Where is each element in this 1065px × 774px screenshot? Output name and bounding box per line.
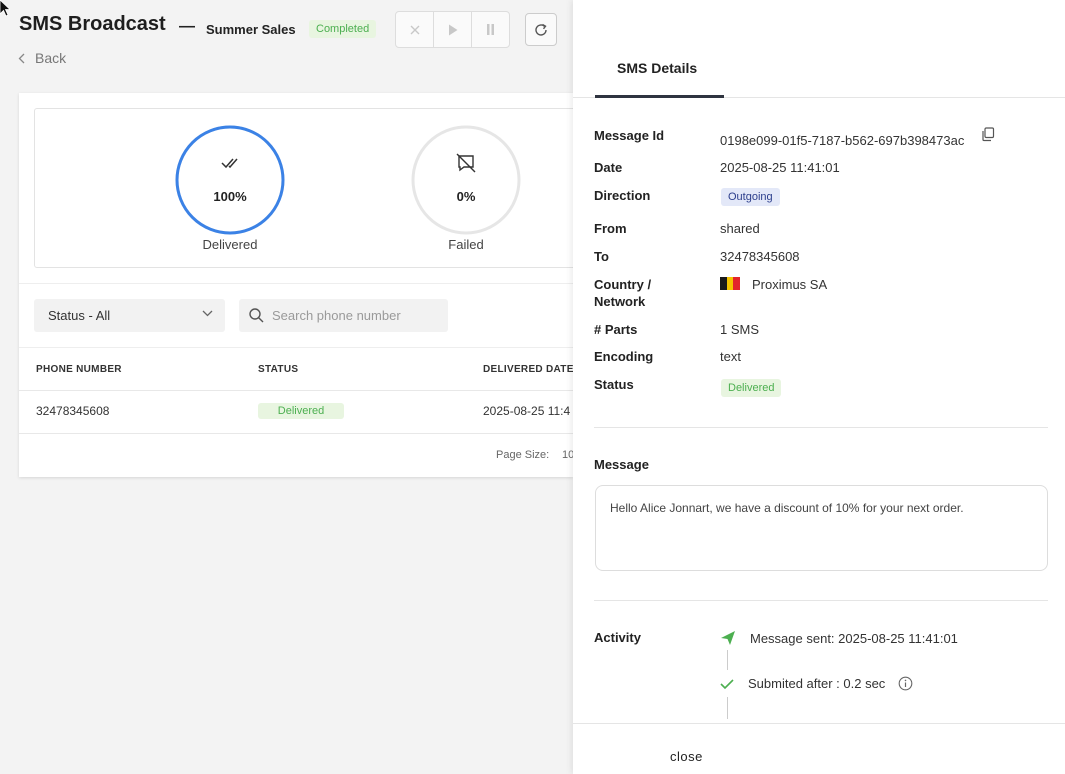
info-icon[interactable]: [898, 676, 913, 691]
activity-submitted-text: Submited after : 0.2 sec: [748, 676, 886, 691]
column-header-delivered-date[interactable]: DELIVERED DATE: [483, 364, 574, 375]
country-network-label: Country / Network: [594, 277, 652, 309]
stat-delivered: 100% Delivered: [170, 125, 290, 252]
chevron-down-icon: [202, 310, 213, 317]
message-label: Message: [594, 457, 649, 472]
date-label: Date: [594, 160, 623, 175]
failed-label: Failed: [448, 237, 484, 252]
column-header-status[interactable]: STATUS: [258, 364, 298, 375]
tab-label: SMS Details: [617, 60, 698, 76]
activity-item-sent: Message sent: 2025-08-25 11:41:01: [720, 630, 958, 646]
delivered-percent: 100%: [213, 189, 247, 204]
direction-label: Direction: [594, 188, 651, 203]
page-header: SMS Broadcast — Summer Sales Completed B…: [0, 0, 573, 80]
pause-icon: [487, 24, 494, 35]
broadcast-card: 100% Delivered 0% Failed Status - All Se…: [19, 93, 579, 478]
back-label: Back: [35, 50, 67, 66]
network-value: Proximus SA: [720, 276, 827, 293]
title-separator: —: [179, 18, 195, 35]
to-value: 32478345608: [720, 249, 800, 264]
delivered-label: Delivered: [202, 237, 258, 252]
stat-failed: 0% Failed: [406, 125, 526, 252]
campaign-controls: [395, 11, 510, 48]
close-button[interactable]: close: [670, 749, 703, 764]
refresh-icon: [535, 23, 547, 36]
play-button[interactable]: [434, 12, 472, 47]
from-label: From: [594, 221, 627, 236]
from-value: shared: [720, 221, 760, 236]
double-check-icon: [221, 158, 238, 169]
pagination: Page Size: 10: [19, 434, 574, 478]
table-header: PHONE NUMBER STATUS DELIVERED DATE: [19, 347, 573, 391]
message-id-value: 0198e099-01f5-7187-b562-697b398473ac: [720, 133, 965, 148]
refresh-button[interactable]: [525, 13, 557, 46]
check-icon: [720, 678, 734, 689]
belgium-flag-icon: [720, 277, 740, 290]
play-icon: [448, 24, 457, 35]
cell-phone: 32478345608: [36, 404, 110, 418]
parts-label: # Parts: [594, 322, 638, 337]
message-content: Hello Alice Jonnart, we have a discount …: [595, 485, 1048, 571]
recipients-table: PHONE NUMBER STATUS DELIVERED DATE 32478…: [19, 347, 574, 478]
status-filter-select[interactable]: Status - All: [34, 299, 225, 332]
activity-connector: [727, 650, 728, 670]
phone-search[interactable]: [239, 299, 448, 332]
delivered-progress-ring: [175, 125, 285, 235]
campaign-name: Summer Sales: [206, 22, 296, 37]
chevron-left-icon: [18, 53, 25, 63]
page-size-label: Page Size:: [496, 449, 550, 461]
activity-item-submitted: Submited after : 0.2 sec: [719, 676, 913, 691]
status-label: Status: [594, 377, 634, 392]
stats-summary: 100% Delivered 0% Failed: [34, 108, 579, 268]
send-icon: [721, 631, 735, 645]
pause-button[interactable]: [472, 12, 509, 47]
divider: [594, 427, 1048, 428]
date-value: 2025-08-25 11:41:01: [720, 160, 840, 175]
table-row[interactable]: 32478345608 Delivered 2025-08-25 11:4: [19, 391, 573, 434]
activity-connector: [727, 697, 728, 719]
cancel-button[interactable]: [396, 12, 434, 47]
campaign-status-badge: Completed: [309, 20, 377, 38]
failed-progress-ring: [411, 125, 521, 235]
to-label: To: [594, 249, 609, 264]
copy-icon[interactable]: [981, 127, 995, 142]
parts-value: 1 SMS: [720, 322, 760, 337]
drawer-header: SMS Details: [573, 0, 1065, 98]
activity-label: Activity: [594, 630, 641, 645]
message-off-icon: [456, 153, 476, 173]
column-header-phone[interactable]: PHONE NUMBER: [36, 364, 122, 375]
page-title: SMS Broadcast: [19, 13, 166, 35]
search-icon: [249, 308, 264, 323]
activity-sent-text: Message sent: 2025-08-25 11:41:01: [750, 630, 958, 646]
cell-delivered-date: 2025-08-25 11:4: [483, 404, 571, 418]
back-link[interactable]: Back: [18, 50, 66, 66]
close-icon: [410, 25, 419, 34]
cell-status-badge: Delivered: [258, 403, 344, 419]
filters-bar: Status - All: [19, 283, 573, 347]
tab-sms-details[interactable]: SMS Details: [595, 0, 724, 98]
sms-status-badge: Delivered: [721, 379, 782, 397]
direction-badge: Outgoing: [721, 188, 780, 206]
failed-percent: 0%: [456, 189, 476, 204]
sms-details-drawer: SMS Details Message Id 0198e099-01f5-718…: [573, 0, 1065, 774]
drawer-footer: close: [573, 723, 1065, 774]
encoding-value: text: [720, 349, 741, 364]
encoding-label: Encoding: [594, 349, 654, 364]
message-id-label: Message Id: [594, 128, 665, 143]
search-input[interactable]: [272, 308, 432, 323]
divider: [594, 600, 1048, 601]
status-filter-value: Status - All: [48, 308, 111, 323]
